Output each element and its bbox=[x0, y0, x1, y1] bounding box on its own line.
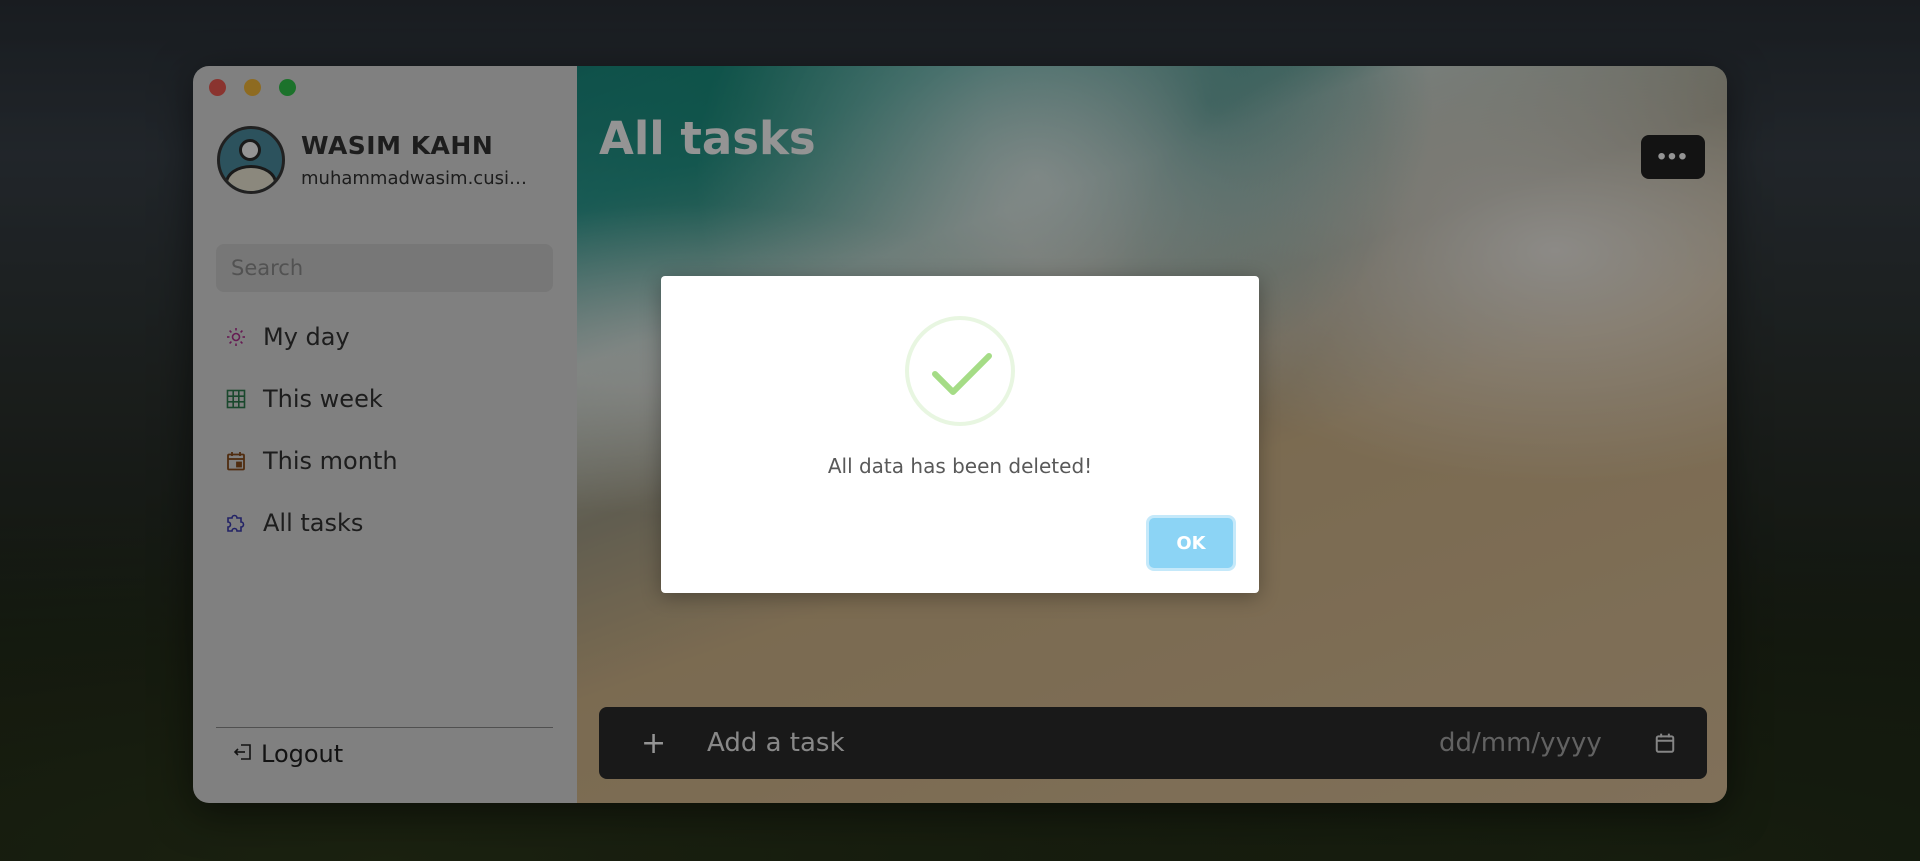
success-dialog: All data has been deleted! OK bbox=[661, 276, 1259, 593]
dialog-message: All data has been deleted! bbox=[827, 454, 1093, 478]
ok-button[interactable]: OK bbox=[1149, 518, 1233, 568]
success-check-icon bbox=[905, 316, 1015, 426]
